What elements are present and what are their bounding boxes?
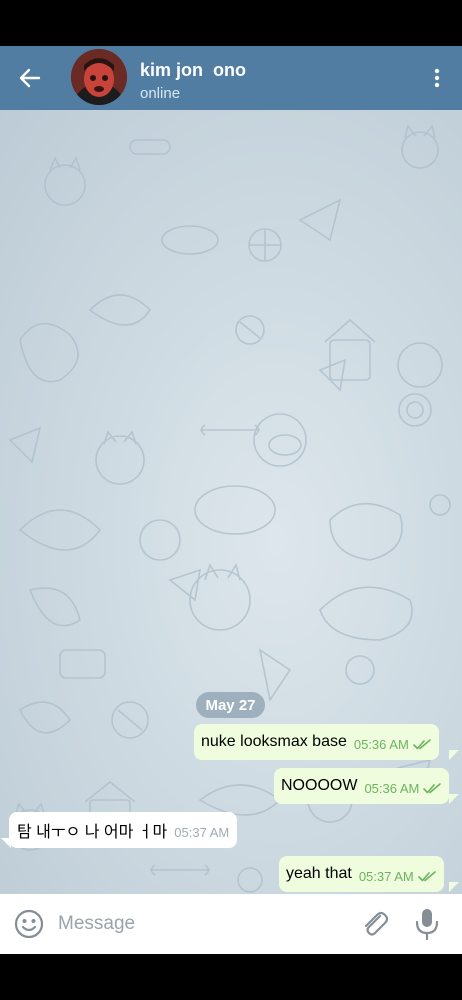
message-bubble-outgoing[interactable]: NOOOOW 05:36 AM <box>274 768 450 804</box>
message-bubble-outgoing[interactable]: yeah that 05:37 AM <box>279 856 444 892</box>
emoji-button[interactable] <box>13 908 45 940</box>
chat-header: kim jon ono online <box>0 46 462 110</box>
double-check-icon <box>417 871 436 882</box>
back-button[interactable] <box>12 60 48 96</box>
microphone-button[interactable] <box>412 906 442 942</box>
attach-button[interactable] <box>358 907 392 941</box>
date-separator: May 27 <box>196 692 265 718</box>
bubble-tail <box>449 750 459 760</box>
message-text: NOOOOW <box>281 777 358 794</box>
bubble-tail <box>449 794 459 804</box>
arrow-left-icon <box>19 68 41 88</box>
more-vertical-icon <box>434 68 440 88</box>
paperclip-icon <box>364 911 389 936</box>
menu-button[interactable] <box>422 62 452 94</box>
avatar[interactable] <box>71 49 127 105</box>
smiley-icon <box>14 909 44 939</box>
message-time: 05:37 AM <box>174 825 230 840</box>
message-time: 05:36 AM <box>364 781 420 796</box>
microphone-icon <box>415 909 439 941</box>
message-input[interactable] <box>58 911 338 937</box>
message-text: 탐 내ㅜㅇ 나 어마 ㅓ마 <box>17 824 168 841</box>
message-bubble-incoming[interactable]: 탐 내ㅜㅇ 나 어마 ㅓ마 05:37 AM <box>9 812 238 848</box>
message-text: nuke looksmax base <box>201 733 347 750</box>
status-bar <box>0 0 462 46</box>
message-text: yeah that <box>286 865 352 882</box>
message-time: 05:37 AM <box>358 869 414 884</box>
avatar-image <box>71 49 127 105</box>
contact-status: online <box>140 85 181 102</box>
bubble-tail <box>1 838 11 848</box>
message-time: 05:36 AM <box>353 737 409 752</box>
chat-area[interactable]: May 27 nuke looksmax base 05:36 AM NOOOO… <box>0 110 462 894</box>
bubble-tail <box>449 882 459 892</box>
double-check-icon <box>412 739 431 750</box>
contact-name[interactable]: kim jon ono <box>140 60 246 81</box>
message-composer <box>0 894 462 954</box>
double-check-icon <box>423 783 442 794</box>
message-bubble-outgoing[interactable]: nuke looksmax base 05:36 AM <box>194 724 439 760</box>
system-nav-bar <box>0 954 462 1000</box>
